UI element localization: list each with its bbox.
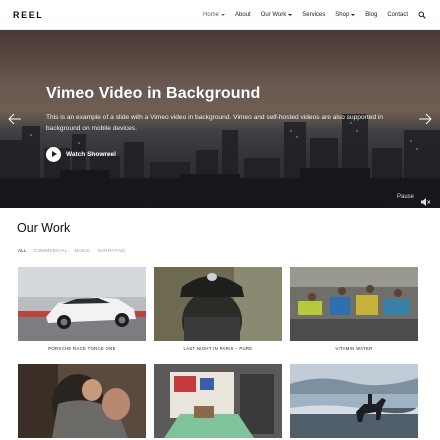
portfolio-item-porsche[interactable] xyxy=(18,267,146,341)
chevron-right-icon[interactable] xyxy=(418,112,432,125)
main-nav: Home About Our Work Services Shop Blog C… xyxy=(193,11,426,19)
search-icon[interactable] xyxy=(418,11,426,19)
portfolio-item-last-night-in-paris[interactable] xyxy=(154,267,282,341)
hero-description: This is an example of a slide with a Vim… xyxy=(46,114,383,132)
watch-showreel-label: Watch Showreel xyxy=(66,151,116,158)
nav-label: Services xyxy=(302,12,326,18)
hero-slider: Vimeo Video in Background This is an exa… xyxy=(0,30,440,208)
filter-narrative[interactable]: NARRATIVE xyxy=(97,248,125,253)
nav-label: Blog xyxy=(365,12,378,18)
embrace-image xyxy=(18,364,146,438)
site-header: REEL Home About Our Work Services Shop B… xyxy=(0,0,440,30)
nav-label: Contact xyxy=(387,12,408,18)
site-logo[interactable]: REEL xyxy=(13,10,43,20)
chevron-left-icon[interactable] xyxy=(8,112,22,125)
portfolio-caption: PORSCHE RACE TORCE ONE xyxy=(48,346,116,351)
hero-title: Vimeo Video in Background xyxy=(46,85,261,102)
pause-button[interactable]: Pause xyxy=(397,194,414,200)
portfolio-item-vitamin-water[interactable] xyxy=(290,267,418,341)
man-in-cap-image xyxy=(154,267,282,341)
watch-showreel-button[interactable]: Watch Showreel xyxy=(46,147,116,162)
filter-commercial[interactable]: COMMERCIAL xyxy=(34,248,68,253)
portfolio-item-6[interactable] xyxy=(290,364,418,438)
filter-all[interactable]: ALL xyxy=(18,248,27,253)
portfolio-filters: ALL COMMERCIAL MUSIC NARRATIVE xyxy=(18,248,133,253)
nav-item-home[interactable]: Home xyxy=(203,12,226,18)
chevron-down-icon xyxy=(221,14,226,16)
nav-item-about[interactable]: About xyxy=(235,12,251,18)
portfolio-item-5[interactable] xyxy=(154,364,282,438)
filter-music[interactable]: MUSIC xyxy=(74,248,90,253)
porsche-car-image xyxy=(18,267,146,341)
gym-workout-image xyxy=(290,267,418,341)
nav-label: Shop xyxy=(335,12,350,18)
portfolio-caption: LAST NIGHT IN PARIS – PURE xyxy=(183,346,253,351)
nav-label: About xyxy=(235,12,251,18)
portfolio-caption: VITAMIN WATER xyxy=(335,346,373,351)
chevron-down-icon xyxy=(288,14,293,16)
nav-item-shop[interactable]: Shop xyxy=(335,12,356,18)
nav-item-services[interactable]: Services xyxy=(302,12,325,18)
sound-icon[interactable] xyxy=(421,193,431,206)
portfolio-item-4[interactable] xyxy=(18,364,146,438)
nav-label: Our Work xyxy=(260,12,287,18)
our-work-title: Our Work xyxy=(17,221,71,235)
nav-item-our-work[interactable]: Our Work xyxy=(261,12,293,18)
horse-rider-beach-image xyxy=(290,364,418,438)
chevron-down-icon xyxy=(351,14,356,16)
nav-label: Home xyxy=(203,12,220,18)
nav-item-contact[interactable]: Contact xyxy=(387,12,408,18)
studio-set-image xyxy=(154,364,282,438)
nav-item-blog[interactable]: Blog xyxy=(365,12,377,18)
play-icon xyxy=(46,147,61,162)
